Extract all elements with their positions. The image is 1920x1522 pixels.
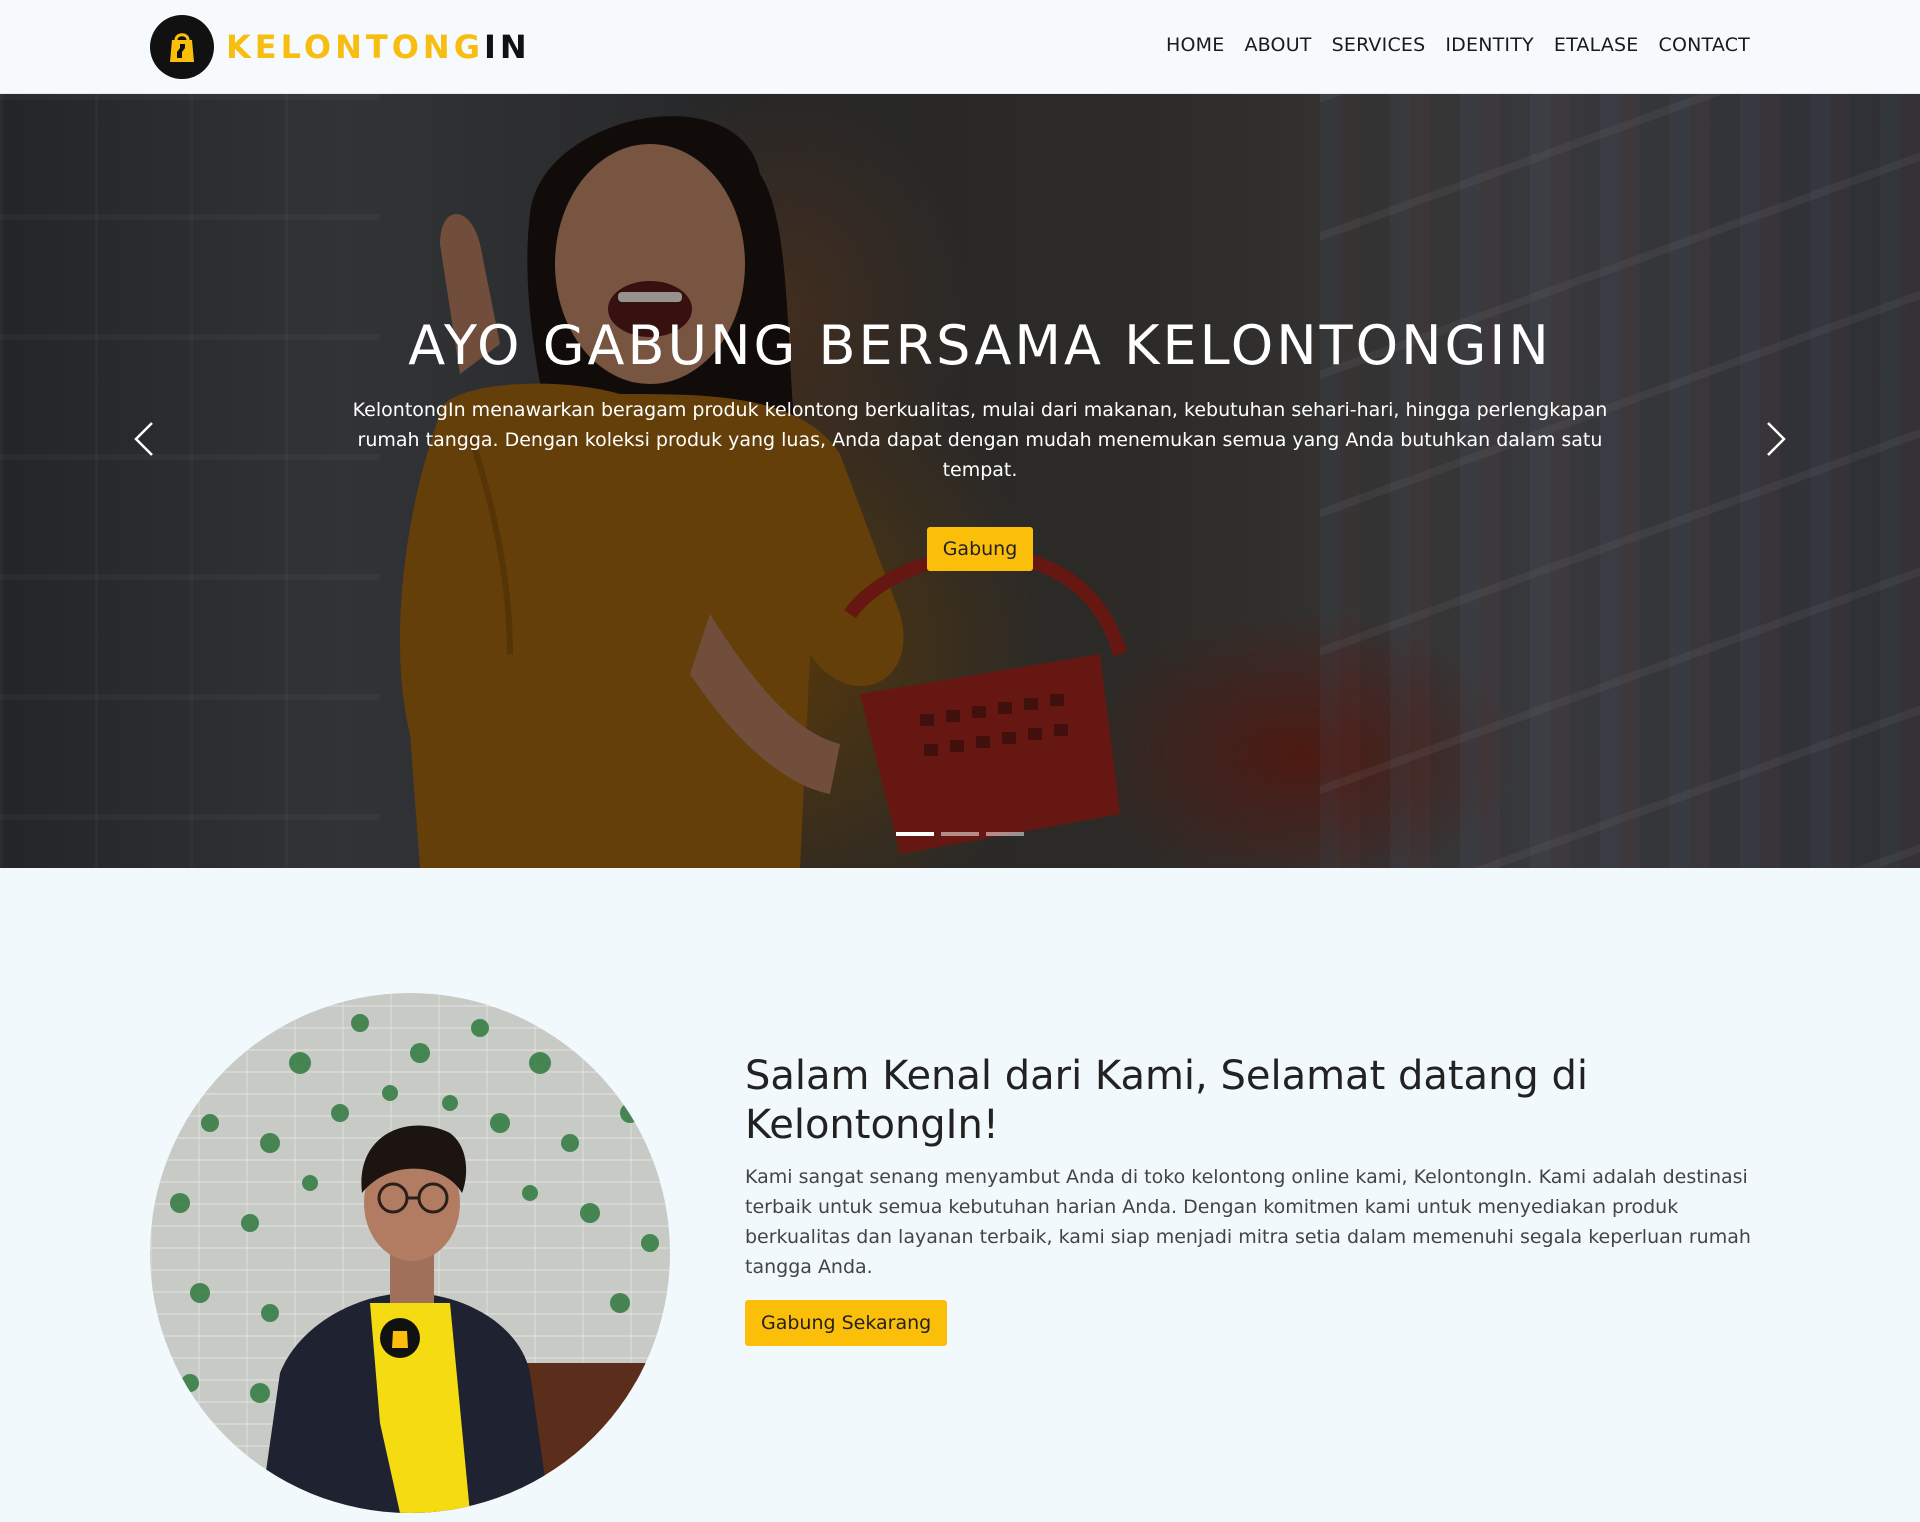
carousel-indicators <box>896 832 1024 836</box>
nav-services[interactable]: SERVICES <box>1322 30 1436 60</box>
about-description: Kami sangat senang menyambut Anda di tok… <box>745 1166 1751 1278</box>
brand-name: KELONTONGIN <box>226 28 531 66</box>
nav-etalase[interactable]: ETALASE <box>1544 30 1649 60</box>
carousel-prev-button[interactable] <box>124 414 164 464</box>
main-nav: HOME ABOUT SERVICES IDENTITY ETALASE CON… <box>1156 30 1760 60</box>
hero-caption: AYO GABUNG BERSAMA KELONTONGIN Kelontong… <box>330 314 1630 571</box>
brand-name-part1: KELONTONG <box>226 28 484 66</box>
chevron-left-icon <box>134 422 153 456</box>
about-content: Salam Kenal dari Kami, Selamat datang di… <box>745 1052 1765 1346</box>
about-title: Salam Kenal dari Kami, Selamat datang di… <box>745 1053 1589 1148</box>
carousel-indicator-2[interactable] <box>941 832 979 836</box>
hero-title: AYO GABUNG BERSAMA KELONTONGIN <box>408 314 1552 377</box>
nav-about[interactable]: ABOUT <box>1234 30 1321 60</box>
chevron-right-icon <box>1767 422 1786 456</box>
navbar: KELONTONGIN HOME ABOUT SERVICES IDENTITY… <box>0 0 1920 94</box>
join-now-button[interactable]: Gabung Sekarang <box>745 1300 948 1346</box>
carousel-indicator-1[interactable] <box>896 832 934 836</box>
join-button[interactable]: Gabung <box>926 527 1034 571</box>
shopping-bag-icon <box>150 15 214 79</box>
hero-description: KelontongIn menawarkan beragam produk ke… <box>352 399 1608 481</box>
carousel-next-button[interactable] <box>1756 414 1796 464</box>
brand-name-part2: IN <box>483 28 531 66</box>
about-photo <box>150 993 670 1513</box>
carousel-indicator-3[interactable] <box>986 832 1024 836</box>
nav-home[interactable]: HOME <box>1156 30 1234 60</box>
brand[interactable]: KELONTONGIN <box>150 15 531 79</box>
hero-carousel: AYO GABUNG BERSAMA KELONTONGIN Kelontong… <box>0 94 1920 868</box>
team-member-photo <box>170 1014 670 1513</box>
nav-identity[interactable]: IDENTITY <box>1435 30 1543 60</box>
nav-contact[interactable]: CONTACT <box>1648 30 1760 60</box>
